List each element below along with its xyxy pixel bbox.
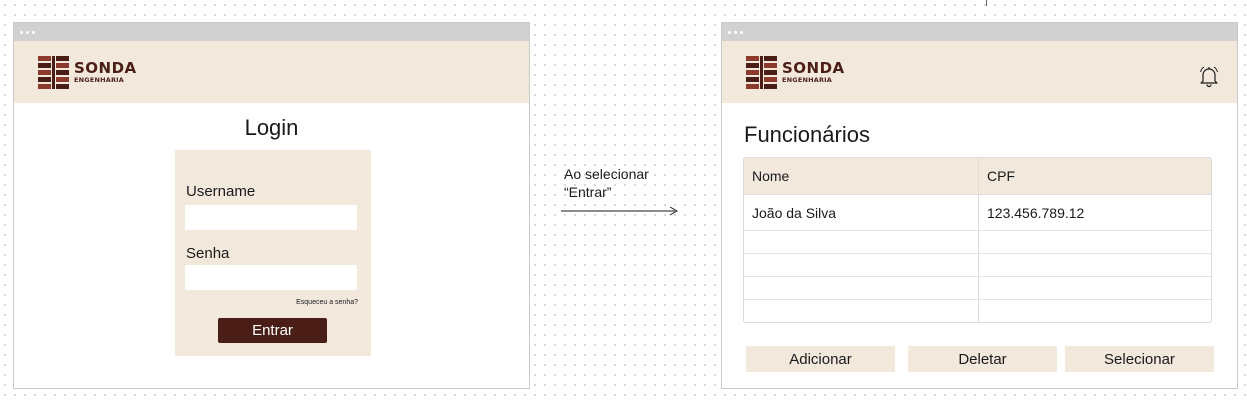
password-input[interactable] <box>185 265 357 290</box>
login-title: Login <box>244 115 299 140</box>
forgot-password-link[interactable]: Esqueceu a senha? <box>296 299 358 306</box>
login-window: SONDA ENGENHARIA Login Username Senha Es… <box>13 22 530 389</box>
cell-cpf <box>978 276 1211 300</box>
window-dot-icon <box>26 30 29 34</box>
delete-button[interactable]: Deletar <box>908 346 1057 372</box>
sonda-logo-icon <box>746 56 777 89</box>
bell-icon-glyph <box>1200 66 1218 88</box>
column-header-nome[interactable]: Nome <box>744 158 979 195</box>
sonda-logo: SONDA ENGENHARIA <box>746 56 845 89</box>
cell-cpf <box>978 299 1211 322</box>
login-form: Username Senha Esqueceu a senha? Entrar <box>175 150 371 356</box>
transition-note: Ao selecionar “Entrar” <box>564 165 649 201</box>
logo-subtitle: ENGENHARIA <box>782 76 833 85</box>
logo-title: SONDA <box>782 59 845 78</box>
username-label: Username <box>186 183 256 200</box>
logo-title: SONDA <box>74 59 137 78</box>
username-input[interactable] <box>185 205 357 230</box>
cell-nome <box>744 300 979 323</box>
right-arrow-icon <box>561 206 679 216</box>
cell-nome <box>744 276 979 300</box>
cell-cpf <box>978 230 1211 254</box>
transition-note-line1: Ao selecionar <box>564 166 649 182</box>
sonda-logo: SONDA ENGENHARIA <box>38 56 137 89</box>
cell-nome: João da Silva <box>744 194 979 231</box>
add-button[interactable]: Adicionar <box>746 346 895 372</box>
cell-cpf <box>978 253 1211 277</box>
employees-table: Nome CPF João da Silva 123.456.789.12 <box>743 157 1212 323</box>
table-row[interactable] <box>744 299 1211 323</box>
table-row[interactable]: João da Silva 123.456.789.12 <box>744 194 1211 231</box>
sonda-logo-icon <box>38 56 69 89</box>
window-titlebar <box>722 23 1237 41</box>
employees-window: SONDA ENGENHARIA Funcionários Nome CPF J… <box>721 22 1238 389</box>
window-dot-icon <box>32 30 35 34</box>
window-dot-icon <box>20 30 23 34</box>
table-row[interactable] <box>744 276 1211 300</box>
logo-subtitle: ENGENHARIA <box>74 76 125 85</box>
table-header-row: Nome CPF <box>744 158 1211 195</box>
login-button[interactable]: Entrar <box>218 318 327 343</box>
table-row[interactable] <box>744 230 1211 254</box>
window-titlebar <box>14 23 529 41</box>
cell-nome <box>744 253 979 277</box>
window-dot-icon <box>740 30 743 34</box>
window-dot-icon <box>734 30 737 34</box>
password-label: Senha <box>186 245 230 262</box>
table-row[interactable] <box>744 253 1211 277</box>
window-dot-icon <box>728 30 731 34</box>
app-header: SONDA ENGENHARIA <box>14 41 529 103</box>
page-title: Funcionários <box>744 122 870 147</box>
app-header: SONDA ENGENHARIA <box>722 41 1237 103</box>
bell-icon[interactable] <box>1197 64 1221 93</box>
top-edge-marker <box>986 0 987 6</box>
transition-note-line2: “Entrar” <box>564 184 612 200</box>
column-header-cpf[interactable]: CPF <box>978 158 1211 195</box>
cell-nome <box>744 230 979 254</box>
cell-cpf: 123.456.789.12 <box>978 194 1211 231</box>
select-button[interactable]: Selecionar <box>1065 346 1214 372</box>
